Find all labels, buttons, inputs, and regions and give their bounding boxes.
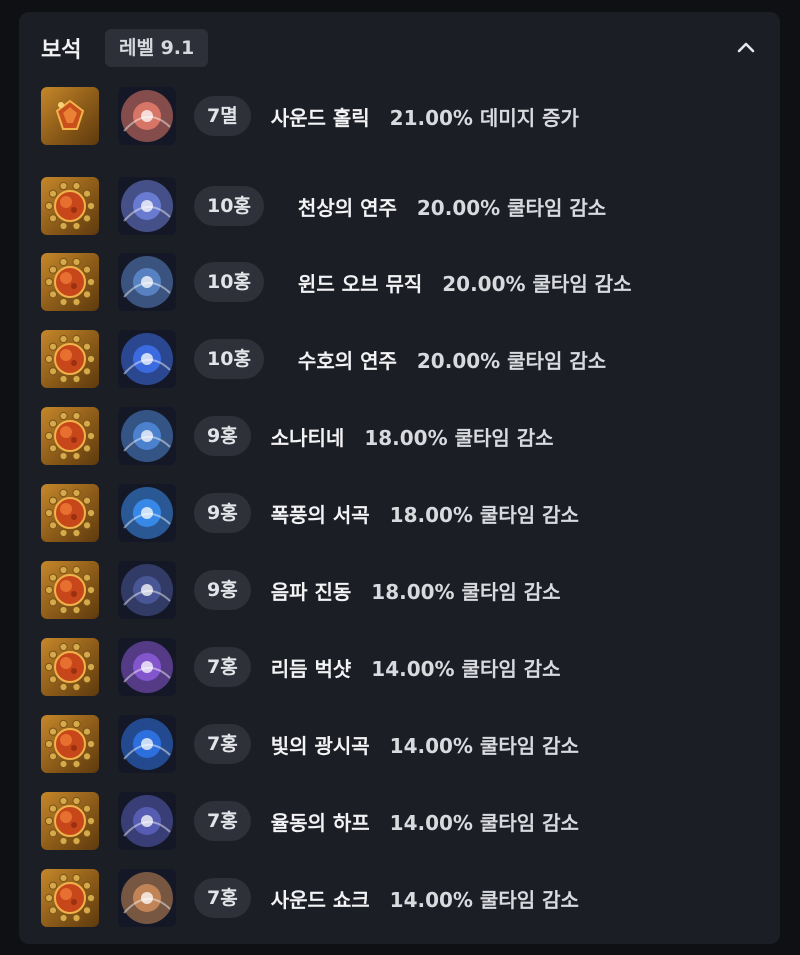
gem-row[interactable]: 10홍 수호의 연주 20.00% 쿨타임 감소 xyxy=(41,330,606,388)
gem-grade-badge: 10홍 xyxy=(194,262,264,302)
skill-icon[interactable] xyxy=(118,715,176,773)
gem-effect: 14.00% 쿨타임 감소 xyxy=(389,887,579,912)
gem-row[interactable]: 9홍 소나티네 18.00% 쿨타임 감소 xyxy=(41,407,554,465)
collapse-button[interactable] xyxy=(728,30,764,66)
gem-effect: 20.00% 쿨타임 감소 xyxy=(416,348,607,373)
gem-row[interactable]: 9홍 폭풍의 서곡 18.00% 쿨타임 감소 xyxy=(41,484,579,542)
gem-level-badge: 레벨 9.1 xyxy=(105,29,209,67)
skill-icon[interactable] xyxy=(118,561,176,619)
gem-grade-badge: 7홍 xyxy=(194,801,251,841)
skill-icon[interactable] xyxy=(118,177,176,235)
skill-name: 리듬 벅샷 xyxy=(270,656,352,681)
cooldown-gem-icon[interactable] xyxy=(41,715,99,773)
cooldown-gem-icon[interactable] xyxy=(41,330,99,388)
gem-row[interactable]: 7홍 사운드 쇼크 14.00% 쿨타임 감소 xyxy=(41,869,579,927)
skill-name: 소나티네 xyxy=(270,425,345,450)
gem-grade-badge: 9홍 xyxy=(194,416,251,456)
gem-effect: 18.00% 쿨타임 감소 xyxy=(371,579,561,604)
gem-grade-badge: 7홍 xyxy=(194,724,251,764)
gem-effect: 20.00% 쿨타임 감소 xyxy=(416,195,607,220)
gem-panel: 보석 레벨 9.1 7멸 사운드 홀릭 21.00% 데미지 증가 10홍 천상의 연주… xyxy=(19,12,780,944)
gem-effect: 18.00% 쿨타임 감소 xyxy=(364,425,554,450)
skill-icon[interactable] xyxy=(118,869,176,927)
panel-title: 보석 xyxy=(41,38,82,63)
gem-row[interactable]: 7홍 빛의 광시곡 14.00% 쿨타임 감소 xyxy=(41,715,579,773)
skill-icon[interactable] xyxy=(118,407,176,465)
cooldown-gem-icon[interactable] xyxy=(41,792,99,850)
skill-name: 율동의 하프 xyxy=(270,810,370,835)
skill-name: 수호의 연주 xyxy=(297,348,397,373)
skill-icon[interactable] xyxy=(118,792,176,850)
gem-grade-badge: 7홍 xyxy=(194,878,251,918)
gem-grade-badge: 10홍 xyxy=(194,186,264,226)
gem-effect: 14.00% 쿨타임 감소 xyxy=(389,810,579,835)
gem-effect: 18.00% 쿨타임 감소 xyxy=(389,502,579,527)
gem-row[interactable]: 10홍 윈드 오브 뮤직 20.00% 쿨타임 감소 xyxy=(41,253,631,311)
skill-name: 폭풍의 서곡 xyxy=(270,502,370,527)
gem-row[interactable]: 7멸 사운드 홀릭 21.00% 데미지 증가 xyxy=(41,87,579,145)
gem-row[interactable]: 9홍 음파 진동 18.00% 쿨타임 감소 xyxy=(41,561,561,619)
gem-effect: 14.00% 쿨타임 감소 xyxy=(371,656,561,681)
skill-name: 사운드 홀릭 xyxy=(270,105,370,130)
skill-name: 음파 진동 xyxy=(270,579,352,604)
skill-icon[interactable] xyxy=(118,484,176,542)
gem-grade-badge: 10홍 xyxy=(194,339,264,379)
gem-effect: 20.00% 쿨타임 감소 xyxy=(442,271,632,296)
gem-grade-badge: 7홍 xyxy=(194,647,251,687)
gem-grade-badge: 7멸 xyxy=(194,96,251,136)
cooldown-gem-icon[interactable] xyxy=(41,638,99,696)
skill-name: 윈드 오브 뮤직 xyxy=(297,271,423,296)
chevron-up-icon xyxy=(737,42,755,53)
gem-effect: 14.00% 쿨타임 감소 xyxy=(389,733,579,758)
cooldown-gem-icon[interactable] xyxy=(41,177,99,235)
damage-gem-icon[interactable] xyxy=(41,87,99,145)
cooldown-gem-icon[interactable] xyxy=(41,253,99,311)
skill-icon[interactable] xyxy=(118,253,176,311)
gem-effect: 21.00% 데미지 증가 xyxy=(389,105,579,130)
skill-name: 사운드 쇼크 xyxy=(270,887,370,912)
skill-icon[interactable] xyxy=(118,330,176,388)
cooldown-gem-icon[interactable] xyxy=(41,869,99,927)
gem-grade-badge: 9홍 xyxy=(194,570,251,610)
cooldown-gem-icon[interactable] xyxy=(41,407,99,465)
cooldown-gem-icon[interactable] xyxy=(41,561,99,619)
skill-name: 천상의 연주 xyxy=(297,195,397,220)
cooldown-gem-icon[interactable] xyxy=(41,484,99,542)
gem-row[interactable]: 10홍 천상의 연주 20.00% 쿨타임 감소 xyxy=(41,177,606,235)
skill-icon[interactable] xyxy=(118,638,176,696)
gem-row[interactable]: 7홍 리듬 벅샷 14.00% 쿨타임 감소 xyxy=(41,638,561,696)
skill-name: 빛의 광시곡 xyxy=(270,733,370,758)
gem-row[interactable]: 7홍 율동의 하프 14.00% 쿨타임 감소 xyxy=(41,792,579,850)
gem-grade-badge: 9홍 xyxy=(194,493,251,533)
gem-panel-header: 보석 레벨 9.1 xyxy=(19,12,780,84)
skill-icon[interactable] xyxy=(118,87,176,145)
